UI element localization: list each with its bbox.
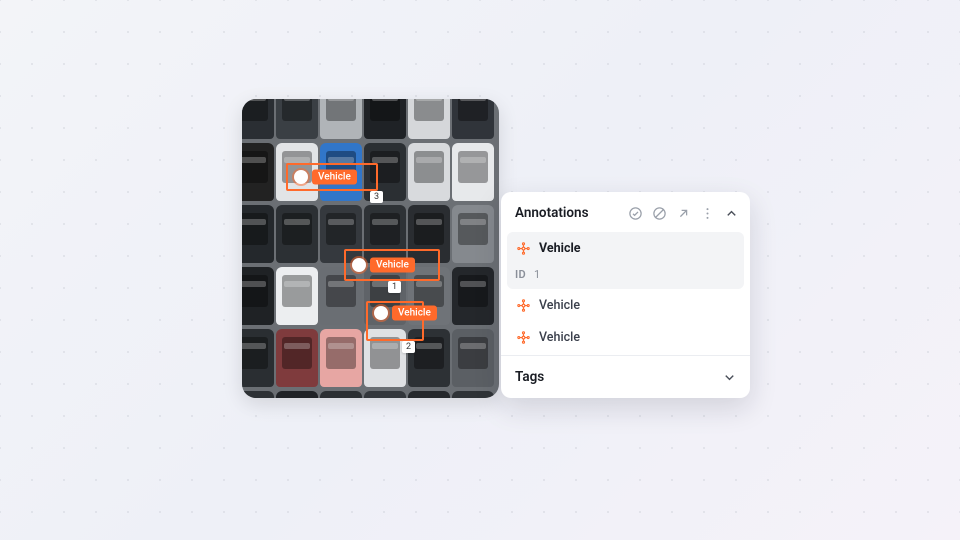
- entity-icon: [515, 297, 531, 313]
- more-icon[interactable]: [698, 204, 716, 222]
- annotation-name: Vehicle: [539, 330, 580, 345]
- annotation-list-item[interactable]: Vehicle: [501, 321, 750, 353]
- annotation-id-value: 1: [534, 268, 540, 281]
- annotation-list-item[interactable]: Vehicle: [501, 289, 750, 321]
- annotation-id-label: ID: [515, 268, 526, 281]
- hide-icon[interactable]: [650, 204, 668, 222]
- tags-label: Tags: [515, 369, 720, 385]
- expand-icon[interactable]: [674, 204, 692, 222]
- panel-header: Annotations: [501, 192, 750, 232]
- annotation-id-tag: 3: [370, 191, 383, 203]
- annotation-handle[interactable]: [352, 258, 366, 272]
- annotation-label: Vehicle: [392, 306, 437, 321]
- annotations-panel: Annotations Vehicle: [501, 192, 750, 398]
- tags-section-header[interactable]: Tags: [501, 356, 750, 398]
- entity-icon: [515, 240, 531, 256]
- chevron-down-icon[interactable]: [720, 368, 738, 386]
- annotation-id-line: ID 1: [515, 264, 736, 285]
- annotation-box[interactable]: Vehicle 1: [344, 249, 440, 281]
- annotation-handle[interactable]: [294, 170, 308, 184]
- annotation-box[interactable]: Vehicle 3: [286, 163, 378, 191]
- annotation-handle[interactable]: [374, 306, 388, 320]
- annotation-id-tag: 1: [388, 281, 401, 293]
- panel-title: Annotations: [515, 205, 620, 221]
- annotation-label: Vehicle: [312, 170, 357, 185]
- chevron-up-icon[interactable]: [722, 204, 740, 222]
- annotation-label: Vehicle: [370, 258, 415, 273]
- annotation-list-item[interactable]: Vehicle ID 1: [507, 232, 744, 289]
- annotated-image[interactable]: Vehicle 3 Vehicle 1 Vehicle 2: [242, 99, 499, 398]
- stage: Vehicle 3 Vehicle 1 Vehicle 2 Annotation…: [0, 0, 960, 540]
- annotation-name: Vehicle: [539, 298, 580, 313]
- approve-icon[interactable]: [626, 204, 644, 222]
- entity-icon: [515, 329, 531, 345]
- annotation-name: Vehicle: [539, 241, 581, 256]
- annotation-box[interactable]: Vehicle 2: [366, 301, 424, 341]
- annotation-id-tag: 2: [402, 341, 415, 353]
